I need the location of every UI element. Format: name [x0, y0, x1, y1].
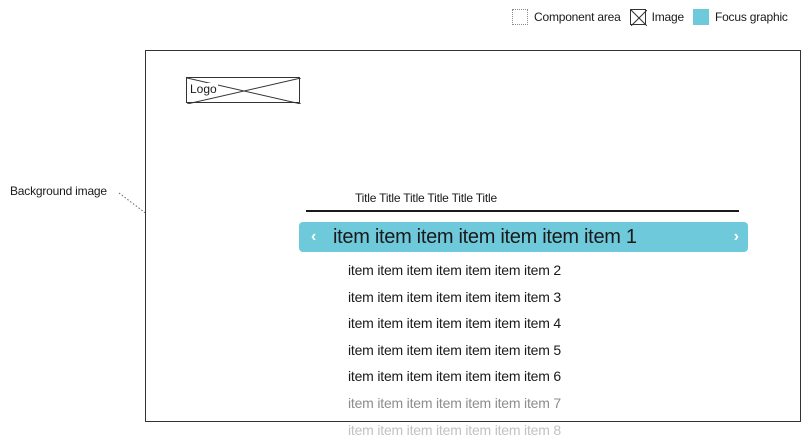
menu-list-item[interactable]: item item item item item item item 3	[348, 288, 561, 315]
menu-list-item[interactable]: item item item item item item item 4	[348, 314, 561, 341]
menu-list: item item item item item item item 2 ite…	[348, 261, 561, 447]
logo-label: Logo	[190, 82, 218, 96]
menu-divider	[306, 210, 739, 212]
menu-list-item[interactable]: item item item item item item item 8	[348, 421, 561, 447]
menu-list-item[interactable]: item item item item item item item 5	[348, 341, 561, 368]
menu-title: Title Title Title Title Title Title	[355, 191, 497, 205]
menu-list-item[interactable]: item item item item item item item 7	[348, 394, 561, 421]
focused-item-label: item item item item item item item 1	[333, 226, 637, 248]
menu-list-item[interactable]: item item item item item item item 6	[348, 367, 561, 394]
logo-image-placeholder: Logo	[186, 77, 301, 104]
chevron-right-icon[interactable]: ›	[734, 226, 739, 248]
chevron-left-icon[interactable]: ‹	[311, 226, 316, 248]
menu-list-item[interactable]: item item item item item item item 2	[348, 261, 561, 288]
focused-menu-item[interactable]: ‹ item item item item item item item 1 ›	[299, 222, 748, 252]
